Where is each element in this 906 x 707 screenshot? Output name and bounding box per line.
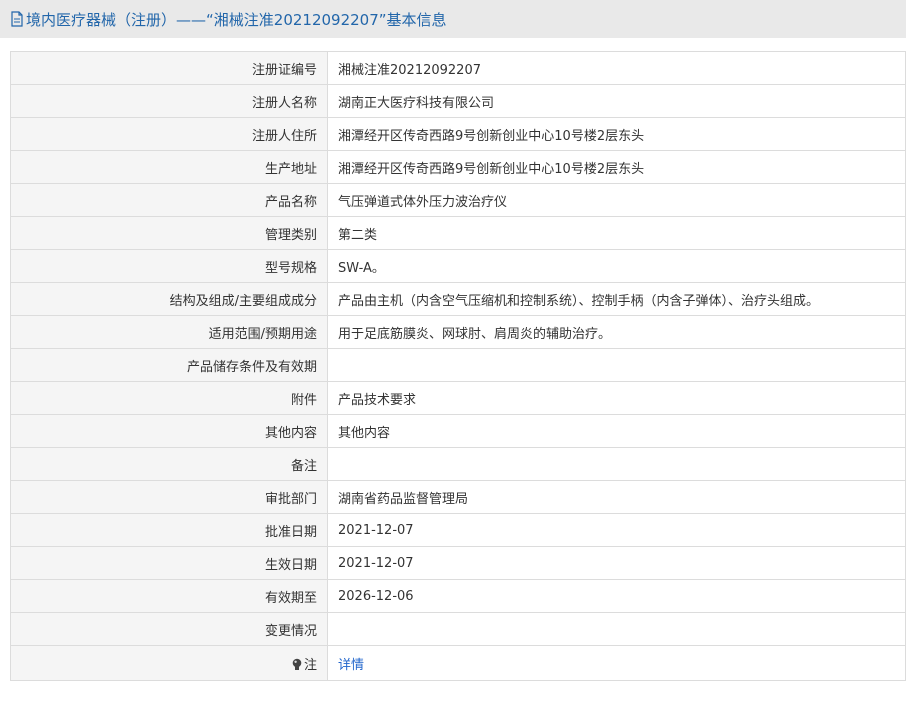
row-label-approval-date: 批准日期 bbox=[10, 513, 328, 547]
note-row: 注 详情 bbox=[10, 645, 906, 681]
page-title: 境内医疗器械（注册）——“湘械注准20212092207”基本信息 bbox=[26, 10, 447, 29]
info-table: 注册证编号 湘械注准20212092207 注册人名称 湖南正大医疗科技有限公司 注… bbox=[10, 51, 906, 681]
table-row: 生产地址 湘潭经开区传奇西路9号创新创业中心10号楼2层东头 bbox=[10, 150, 906, 184]
row-label-other: 其他内容 bbox=[10, 414, 328, 448]
row-value-intended-use: 用于足底筋膜炎、网球肘、肩周炎的辅助治疗。 bbox=[327, 315, 906, 349]
row-value-other: 其他内容 bbox=[327, 414, 906, 448]
note-label-cell: 注 bbox=[10, 645, 328, 681]
row-label-attachment: 附件 bbox=[10, 381, 328, 415]
row-value-structure: 产品由主机（内含空气压缩机和控制系统）、控制手柄（内含子弹体）、治疗头组成。 bbox=[327, 282, 906, 316]
row-value-changes bbox=[327, 612, 906, 646]
row-value-storage bbox=[327, 348, 906, 382]
row-value-remarks bbox=[327, 447, 906, 481]
row-value-model-spec: SW-A。 bbox=[327, 249, 906, 283]
row-label-registration-number: 注册证编号 bbox=[10, 51, 328, 85]
table-row: 结构及组成/主要组成成分 产品由主机（内含空气压缩机和控制系统）、控制手柄（内含子… bbox=[10, 282, 906, 316]
row-value-approval-date: 2021-12-07 bbox=[327, 513, 906, 547]
row-label-effective-date: 生效日期 bbox=[10, 546, 328, 580]
table-row: 附件 产品技术要求 bbox=[10, 381, 906, 415]
table-row: 备注 bbox=[10, 447, 906, 481]
table-row: 审批部门 湖南省药品监督管理局 bbox=[10, 480, 906, 514]
row-value-production-address: 湘潭经开区传奇西路9号创新创业中心10号楼2层东头 bbox=[327, 150, 906, 184]
row-label-registrant-address: 注册人住所 bbox=[10, 117, 328, 151]
row-value-registrant-name: 湖南正大医疗科技有限公司 bbox=[327, 84, 906, 118]
table-row: 产品储存条件及有效期 bbox=[10, 348, 906, 382]
row-label-expiry-date: 有效期至 bbox=[10, 579, 328, 613]
table-row: 产品名称 气压弹道式体外压力波治疗仪 bbox=[10, 183, 906, 217]
row-label-management-class: 管理类别 bbox=[10, 216, 328, 250]
lightbulb-icon bbox=[292, 658, 302, 670]
table-row: 变更情况 bbox=[10, 612, 906, 646]
row-value-management-class: 第二类 bbox=[327, 216, 906, 250]
row-label-registrant-name: 注册人名称 bbox=[10, 84, 328, 118]
row-label-intended-use: 适用范围/预期用途 bbox=[10, 315, 328, 349]
row-label-changes: 变更情况 bbox=[10, 612, 328, 646]
table-row: 注册人名称 湖南正大医疗科技有限公司 bbox=[10, 84, 906, 118]
row-label-product-name: 产品名称 bbox=[10, 183, 328, 217]
row-label-structure: 结构及组成/主要组成成分 bbox=[10, 282, 328, 316]
detail-link[interactable]: 详情 bbox=[338, 658, 364, 673]
table-row: 注册证编号 湘械注准20212092207 bbox=[10, 51, 906, 85]
info-table-container: 注册证编号 湘械注准20212092207 注册人名称 湖南正大医疗科技有限公司 注… bbox=[10, 51, 906, 681]
document-icon bbox=[11, 11, 23, 27]
row-label-remarks: 备注 bbox=[10, 447, 328, 481]
row-label-model-spec: 型号规格 bbox=[10, 249, 328, 283]
row-label-approval-dept: 审批部门 bbox=[10, 480, 328, 514]
row-value-approval-dept: 湖南省药品监督管理局 bbox=[327, 480, 906, 514]
table-row: 注册人住所 湘潭经开区传奇西路9号创新创业中心10号楼2层东头 bbox=[10, 117, 906, 151]
table-row: 其他内容 其他内容 bbox=[10, 414, 906, 448]
table-row: 有效期至 2026-12-06 bbox=[10, 579, 906, 613]
page-header: 境内医疗器械（注册）——“湘械注准20212092207”基本信息 bbox=[0, 0, 906, 38]
row-value-registrant-address: 湘潭经开区传奇西路9号创新创业中心10号楼2层东头 bbox=[327, 117, 906, 151]
row-value-expiry-date: 2026-12-06 bbox=[327, 579, 906, 613]
row-value-effective-date: 2021-12-07 bbox=[327, 546, 906, 580]
row-value-registration-number: 湘械注准20212092207 bbox=[327, 51, 906, 85]
note-label: 注 bbox=[303, 657, 317, 673]
table-row: 型号规格 SW-A。 bbox=[10, 249, 906, 283]
row-label-production-address: 生产地址 bbox=[10, 150, 328, 184]
table-row: 管理类别 第二类 bbox=[10, 216, 906, 250]
row-value-attachment: 产品技术要求 bbox=[327, 381, 906, 415]
table-row: 适用范围/预期用途 用于足底筋膜炎、网球肘、肩周炎的辅助治疗。 bbox=[10, 315, 906, 349]
note-value-cell: 详情 bbox=[327, 645, 906, 681]
row-value-product-name: 气压弹道式体外压力波治疗仪 bbox=[327, 183, 906, 217]
row-label-storage: 产品储存条件及有效期 bbox=[10, 348, 328, 382]
table-row: 生效日期 2021-12-07 bbox=[10, 546, 906, 580]
table-row: 批准日期 2021-12-07 bbox=[10, 513, 906, 547]
